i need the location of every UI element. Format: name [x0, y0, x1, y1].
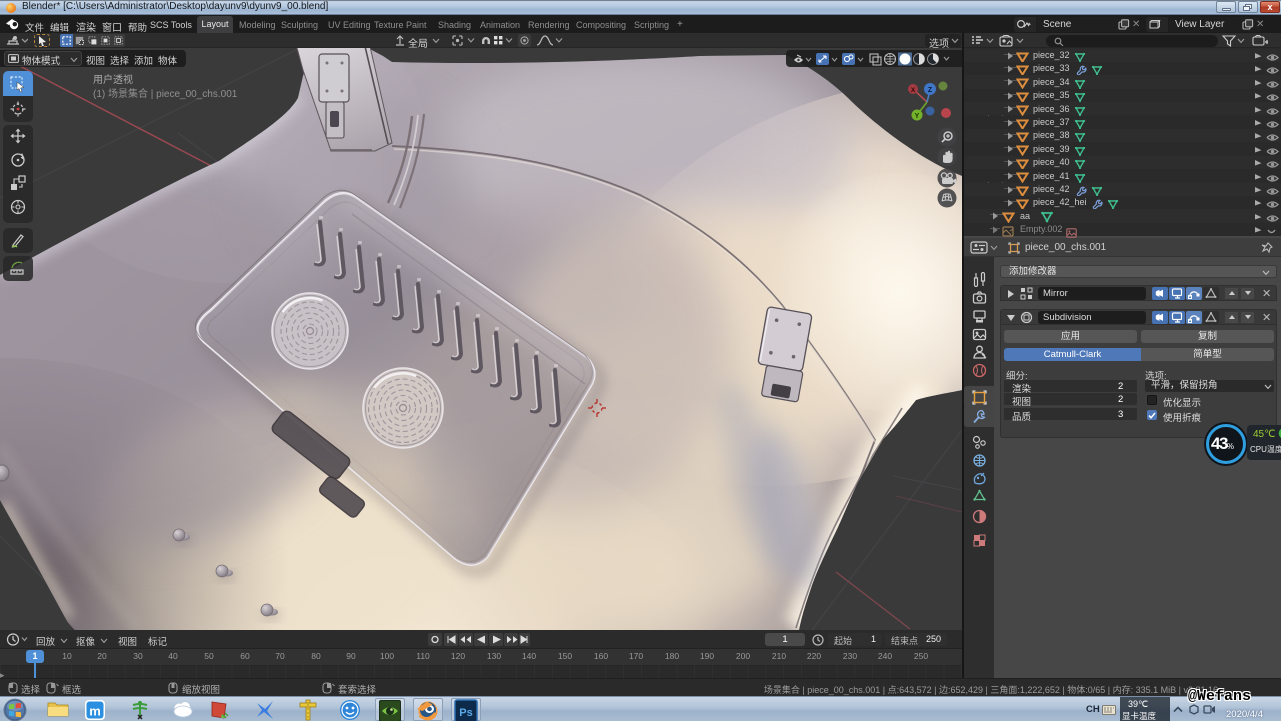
svg-text:Z: Z: [928, 87, 933, 94]
svg-text:X: X: [911, 87, 916, 94]
svg-text:Y: Y: [915, 113, 920, 120]
svg-text:Ps: Ps: [459, 707, 472, 719]
svg-text:m: m: [89, 704, 101, 719]
